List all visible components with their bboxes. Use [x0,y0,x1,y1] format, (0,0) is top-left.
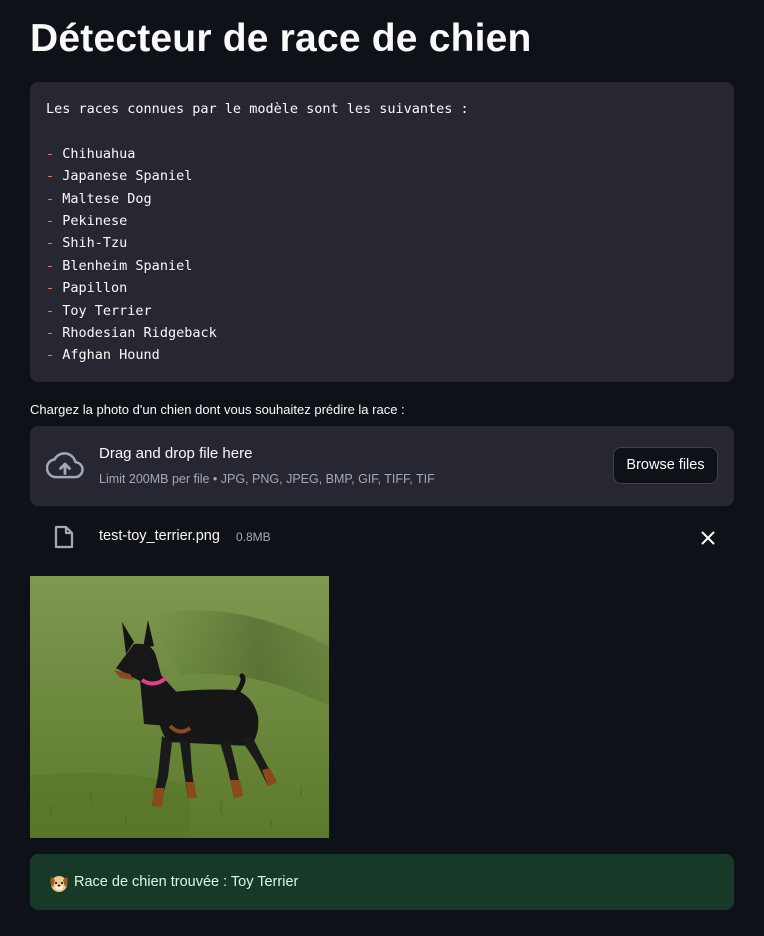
breed-item: - Japanese Spaniel [46,165,718,187]
file-icon [54,525,74,549]
bullet-dash: - [46,257,55,274]
breeds-code-block: Les races connues par le modèle sont les… [30,82,734,382]
breed-item: - Chihuahua [46,143,718,165]
browse-files-button[interactable]: Browse files [613,447,718,484]
breed-item: - Rhodesian Ridgeback [46,322,718,344]
bullet-dash: - [46,347,55,364]
uploaded-file-row: test-toy_terrier.png 0.8MB [30,516,734,556]
breed-name: Afghan Hound [62,347,160,364]
breed-item: - Toy Terrier [46,300,718,322]
file-dropzone[interactable]: Drag and drop file here Limit 200MB per … [30,426,734,506]
breed-name: Papillon [62,280,128,297]
bullet-dash: - [46,302,55,319]
breed-item: - Blenheim Spaniel [46,255,718,277]
breeds-intro: Les races connues par le modèle sont les… [46,101,469,117]
breed-name: Shih-Tzu [62,235,128,252]
bullet-dash: - [46,145,55,162]
breed-name: Pekinese [62,212,128,229]
breed-item: - Afghan Hound [46,344,718,366]
bullet-dash: - [46,235,55,252]
breed-item: - Maltese Dog [46,188,718,210]
bullet-dash: - [46,168,55,185]
breed-name: Japanese Spaniel [62,168,193,185]
cloud-upload-icon [46,452,84,479]
uploader-label: Chargez la photo d'un chien dont vous so… [30,402,405,417]
bullet-dash: - [46,190,55,207]
bullet-dash: - [46,280,55,297]
dropzone-instructions: Drag and drop file here [99,445,253,462]
breed-name: Blenheim Spaniel [62,257,193,274]
page-title: Détecteur de race de chien [30,17,532,60]
uploaded-file-size: 0.8MB [236,530,271,544]
breed-name: Maltese Dog [62,190,152,207]
breed-name: Rhodesian Ridgeback [62,324,217,341]
breed-item: - Papillon [46,277,718,299]
prediction-result-alert: Race de chien trouvée : Toy Terrier [30,854,734,910]
prediction-text: Race de chien trouvée : Toy Terrier [74,874,299,890]
breed-item: - Shih-Tzu [46,232,718,254]
uploaded-dog-photo [30,576,329,838]
uploaded-file-name: test-toy_terrier.png [99,528,220,544]
bullet-dash: - [46,212,55,229]
breed-name: Toy Terrier [62,302,152,319]
breed-item: - Pekinese [46,210,718,232]
dog-face-icon [50,876,68,892]
app-root: Détecteur de race de chien Les races con… [0,0,764,936]
bullet-dash: - [46,324,55,341]
dropzone-limits: Limit 200MB per file • JPG, PNG, JPEG, B… [99,472,435,486]
close-icon[interactable] [698,528,718,548]
breed-name: Chihuahua [62,145,136,162]
